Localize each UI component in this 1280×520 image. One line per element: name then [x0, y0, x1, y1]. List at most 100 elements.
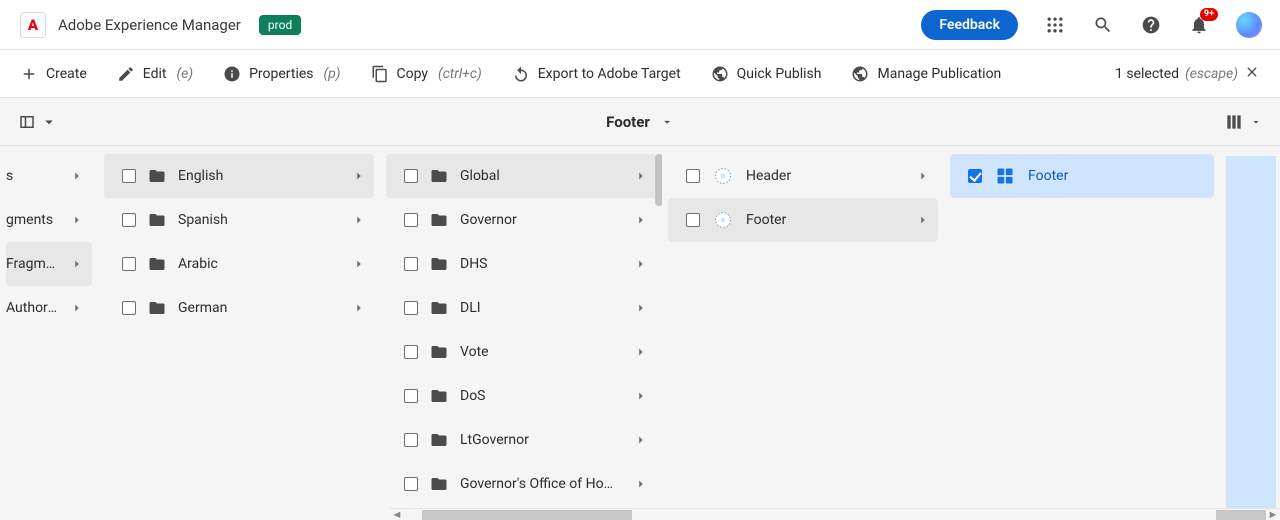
edit-hint: (e) [177, 66, 194, 82]
edit-label: Edit [143, 66, 167, 82]
chevron-right-icon [634, 477, 648, 491]
column-3: Header Footer [662, 146, 944, 520]
list-item-label: Footer [746, 212, 904, 228]
checkbox[interactable] [404, 389, 418, 403]
chevron-right-icon [634, 433, 648, 447]
checkbox[interactable] [404, 213, 418, 227]
quick-publish-label: Quick Publish [737, 66, 822, 82]
list-item[interactable]: Footer [668, 198, 938, 242]
checkbox[interactable] [122, 257, 136, 271]
properties-label: Properties [249, 66, 313, 82]
export-button[interactable]: Export to Adobe Target [512, 65, 681, 83]
manage-publication-button[interactable]: Manage Publication [851, 65, 1001, 83]
close-icon[interactable] [1244, 64, 1260, 84]
checkbox[interactable] [404, 345, 418, 359]
list-item[interactable]: English [104, 154, 374, 198]
folder-icon [430, 255, 448, 273]
avatar[interactable] [1236, 12, 1262, 38]
chevron-right-icon [70, 169, 84, 183]
checkbox[interactable] [122, 169, 136, 183]
list-item[interactable]: Spanish [104, 198, 374, 242]
quick-publish-button[interactable]: Quick Publish [711, 65, 822, 83]
view-switcher[interactable] [1224, 112, 1262, 132]
list-item-label: Vote [460, 344, 622, 360]
list-item[interactable]: Governor [386, 198, 656, 242]
escape-hint: (escape) [1185, 66, 1238, 82]
breadcrumb[interactable]: Footer [606, 113, 674, 131]
list-item[interactable]: German [104, 286, 374, 330]
folder-icon [430, 475, 448, 493]
checkbox[interactable] [404, 169, 418, 183]
checkbox[interactable] [404, 477, 418, 491]
list-item-label: DoS [460, 388, 622, 404]
column-0: s gments Fragments Author Guid… [0, 146, 98, 520]
properties-hint: (p) [324, 66, 341, 82]
export-label: Export to Adobe Target [538, 66, 681, 82]
list-item-label: s [6, 168, 58, 184]
action-bar: Create Edit (e) Properties (p) Copy (ctr… [0, 50, 1280, 98]
bell-icon[interactable]: 9+ [1188, 14, 1210, 36]
properties-button[interactable]: Properties (p) [223, 65, 340, 83]
list-item-label: German [178, 300, 340, 316]
checkbox[interactable] [404, 433, 418, 447]
adobe-logo[interactable]: A [20, 12, 46, 38]
list-item[interactable]: Footer [950, 154, 1214, 198]
list-item-label: DHS [460, 256, 622, 272]
list-item[interactable]: DoS [386, 374, 656, 418]
chevron-right-icon [634, 389, 648, 403]
chevron-down-icon [40, 113, 58, 131]
checkbox[interactable] [968, 169, 982, 183]
list-item[interactable]: DLI [386, 286, 656, 330]
list-item[interactable]: Author Guid… [6, 286, 92, 330]
app-title: Adobe Experience Manager [58, 16, 241, 34]
list-item-label: Author Guid… [6, 300, 58, 316]
chevron-right-icon [352, 257, 366, 271]
chevron-right-icon [916, 213, 930, 227]
sub-bar: Footer [0, 98, 1280, 146]
folder-icon [148, 167, 166, 185]
horizontal-scrollbar[interactable]: ◄ ► [390, 508, 1280, 520]
list-item-label: Footer [1028, 168, 1206, 184]
feedback-button[interactable]: Feedback [921, 10, 1018, 40]
list-item[interactable]: Global [386, 154, 656, 198]
chevron-right-icon [634, 301, 648, 315]
fragment-icon [712, 165, 734, 187]
rail-toggle[interactable] [18, 113, 58, 131]
chevron-right-icon [634, 169, 648, 183]
column-1: EnglishSpanishArabic German [98, 146, 380, 520]
checkbox[interactable] [122, 213, 136, 227]
app-bar: A Adobe Experience Manager prod Feedback… [0, 0, 1280, 50]
list-item[interactable]: Header [668, 154, 938, 198]
folder-icon [430, 299, 448, 317]
chevron-right-icon [352, 169, 366, 183]
apps-icon[interactable] [1044, 14, 1066, 36]
help-icon[interactable] [1140, 14, 1162, 36]
copy-hint: (ctrl+c) [438, 66, 482, 82]
checkbox[interactable] [404, 301, 418, 315]
list-item[interactable]: LtGovernor [386, 418, 656, 462]
list-item[interactable]: Vote [386, 330, 656, 374]
folder-icon [430, 387, 448, 405]
chevron-down-icon [660, 115, 674, 129]
list-item[interactable]: Arabic [104, 242, 374, 286]
selection-indicator: 1 selected (escape) [1115, 64, 1260, 84]
list-item-label: Header [746, 168, 904, 184]
checkbox[interactable] [404, 257, 418, 271]
list-item[interactable]: Governor's Office of Homelan… [386, 462, 656, 506]
checkbox[interactable] [686, 169, 700, 183]
folder-icon [148, 211, 166, 229]
list-item[interactable]: gments [6, 198, 92, 242]
list-item-label: gments [6, 212, 58, 228]
fragment-icon [994, 165, 1016, 187]
copy-button[interactable]: Copy (ctrl+c) [371, 65, 482, 83]
edit-button[interactable]: Edit (e) [117, 65, 193, 83]
list-item[interactable]: s [6, 154, 92, 198]
folder-icon [148, 255, 166, 273]
checkbox[interactable] [122, 301, 136, 315]
list-item[interactable]: Fragments [6, 242, 92, 286]
list-item-label: LtGovernor [460, 432, 622, 448]
list-item[interactable]: DHS [386, 242, 656, 286]
search-icon[interactable] [1092, 14, 1114, 36]
create-button[interactable]: Create [20, 65, 87, 83]
checkbox[interactable] [686, 213, 700, 227]
